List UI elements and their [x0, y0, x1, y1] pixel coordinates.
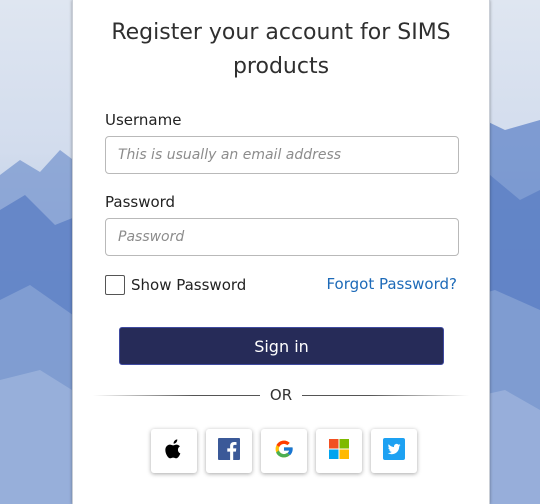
microsoft-login-button[interactable] [316, 429, 362, 473]
show-password-row[interactable]: Show Password [105, 274, 246, 296]
social-login-providers [151, 429, 417, 473]
microsoft-icon [329, 439, 349, 463]
apple-login-button[interactable] [151, 429, 197, 473]
password-label: Password [105, 193, 176, 211]
facebook-icon [218, 438, 240, 464]
username-input[interactable] [105, 136, 459, 174]
background-mountains-left [0, 0, 80, 504]
apple-icon [165, 439, 183, 463]
divider-line-left [93, 394, 260, 396]
twitter-icon [383, 438, 405, 464]
show-password-checkbox[interactable] [105, 275, 125, 295]
or-label: OR [269, 386, 293, 404]
password-input[interactable] [105, 218, 459, 256]
google-login-button[interactable] [261, 429, 307, 473]
divider-line-right [302, 394, 470, 396]
twitter-login-button[interactable] [371, 429, 417, 473]
facebook-login-button[interactable] [206, 429, 252, 473]
sign-in-button[interactable]: Sign in [119, 327, 444, 365]
login-card: Register your account for SIMS products … [72, 0, 490, 504]
or-divider: OR [93, 384, 470, 406]
username-label: Username [105, 111, 182, 129]
forgot-password-link[interactable]: Forgot Password? [326, 275, 457, 293]
google-icon [273, 438, 295, 464]
page-title: Register your account for SIMS products [111, 20, 451, 79]
show-password-label[interactable]: Show Password [131, 276, 246, 294]
